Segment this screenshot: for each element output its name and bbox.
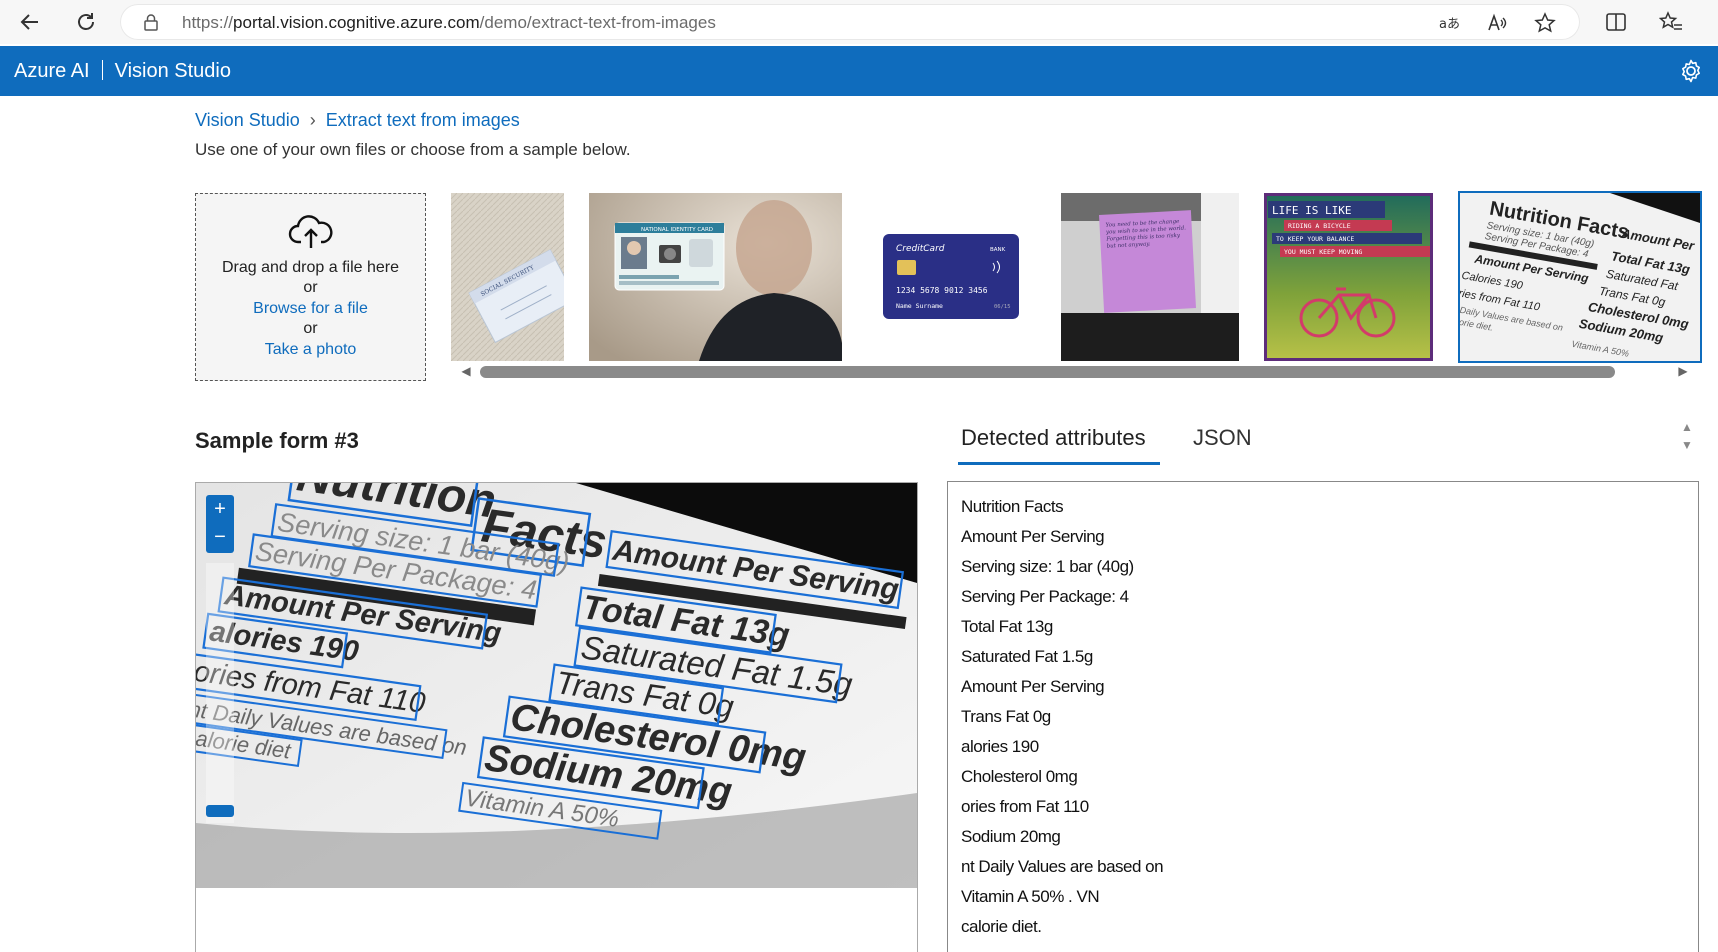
svg-text:TO KEEP YOUR BALANCE: TO KEEP YOUR BALANCE: [1276, 235, 1354, 243]
sample-thumbnail-credit-card[interactable]: CreditCard BANK 1234 5678 9012 3456 Name…: [866, 193, 1021, 361]
svg-text:1234 5678 9012 3456: 1234 5678 9012 3456: [896, 286, 988, 295]
lock-icon[interactable]: [142, 13, 160, 31]
list-item: nt Daily Values are based on: [961, 857, 1164, 876]
list-item: Trans Fat 0g: [961, 707, 1051, 726]
back-icon[interactable]: [14, 6, 46, 38]
carousel-right-arrow-icon[interactable]: ▶: [1676, 364, 1690, 378]
list-item: Serving Per Package: 4: [961, 587, 1129, 606]
sample-form-title: Sample form #3: [195, 428, 359, 453]
breadcrumb: Vision Studio › Extract text from images: [195, 110, 520, 131]
sample-thumbnail-id-card[interactable]: NATIONAL IDENTITY CARD: [589, 193, 842, 361]
list-item: Saturated Fat 1.5g: [961, 647, 1093, 666]
dropzone-label: Drag and drop a file here: [222, 259, 399, 276]
svg-text:LIFE IS LIKE: LIFE IS LIKE: [1272, 204, 1351, 217]
carousel-left-arrow-icon[interactable]: ◀: [459, 364, 473, 378]
favorite-star-icon[interactable]: [1534, 12, 1556, 34]
read-aloud-icon[interactable]: [1486, 12, 1508, 34]
list-item: Cholesterol 0mg: [961, 767, 1078, 786]
sample-thumbnail-nutrition-facts[interactable]: Nutrition Facts Serving size: 1 bar (40g…: [1458, 191, 1702, 363]
list-item: Amount Per Serving: [961, 677, 1105, 696]
detected-attributes-list: Nutrition Facts Amount Per Serving Servi…: [961, 492, 1164, 942]
dropzone-or-2: or: [303, 320, 318, 337]
list-item: Nutrition Facts: [961, 497, 1064, 516]
dropzone-or: or: [303, 279, 318, 296]
list-item: calorie diet.: [961, 917, 1042, 936]
take-photo-link[interactable]: Take a photo: [196, 340, 425, 360]
list-item: Sodium 20mg: [961, 827, 1061, 846]
svg-text:Name Surname: Name Surname: [896, 302, 943, 310]
list-item: Total Fat 13g: [961, 617, 1053, 636]
settings-gear-icon[interactable]: [1678, 58, 1704, 84]
app-header: Azure AI Vision Studio: [0, 46, 1718, 96]
browse-file-link[interactable]: Browse for a file: [196, 299, 425, 319]
ocr-result-image: Nutrition Facts Serving size: 1 bar (40g…: [196, 483, 917, 888]
file-dropzone[interactable]: Drag and drop a file here or Browse for …: [195, 193, 426, 381]
svg-text:BANK: BANK: [990, 247, 1006, 253]
image-preview-panel: Nutrition Facts Serving size: 1 bar (40g…: [195, 482, 918, 952]
svg-text:RIDING A BICYCLE: RIDING A BICYCLE: [1288, 222, 1351, 230]
sample-thumbnail-sticky-note[interactable]: You need to be the change you wish to se…: [1061, 193, 1239, 361]
app-brand[interactable]: Azure AI Vision Studio: [14, 60, 231, 83]
favorites-icon[interactable]: [1655, 6, 1687, 38]
zoom-slider-knob[interactable]: [206, 805, 234, 817]
active-tab-indicator: [958, 462, 1160, 465]
url-text[interactable]: https://portal.vision.cognitive.azure.co…: [182, 13, 716, 33]
refresh-icon[interactable]: [70, 6, 102, 38]
zoom-slider-track[interactable]: [206, 563, 234, 823]
svg-text:aあ: aあ: [1439, 17, 1460, 32]
svg-text:YOU MUST KEEP MOVING: YOU MUST KEEP MOVING: [1284, 248, 1362, 256]
detected-attributes-panel: Nutrition Facts Amount Per Serving Servi…: [947, 481, 1699, 952]
list-item: Amount Per Serving: [961, 527, 1105, 546]
list-item: alories 190: [961, 737, 1039, 756]
sample-thumbnail-bicycle-poster[interactable]: LIFE IS LIKE RIDING A BICYCLE TO KEEP YO…: [1264, 193, 1433, 361]
split-screen-icon[interactable]: [1600, 6, 1632, 38]
zoom-controls: + −: [206, 495, 234, 553]
sample-thumbnail-ssn-card[interactable]: SOCIAL SECURITY: [451, 193, 564, 361]
zoom-in-button[interactable]: +: [206, 495, 234, 523]
cloud-upload-icon: [288, 215, 333, 248]
list-item: ories from Fat 110: [961, 797, 1089, 816]
list-item: Vitamin A 50% . VN: [961, 887, 1100, 906]
svg-text:CreditCard: CreditCard: [896, 244, 945, 254]
tab-json[interactable]: JSON: [1193, 425, 1252, 451]
breadcrumb-current-link[interactable]: Extract text from images: [326, 110, 520, 130]
chevron-right-icon: ›: [309, 110, 316, 130]
browser-toolbar: https://portal.vision.cognitive.azure.co…: [0, 0, 1718, 44]
translate-icon[interactable]: aあ: [1438, 12, 1460, 34]
svg-text:NATIONAL IDENTITY CARD: NATIONAL IDENTITY CARD: [641, 227, 713, 233]
zoom-out-button[interactable]: −: [206, 523, 234, 551]
instructions-text: Use one of your own files or choose from…: [195, 140, 631, 159]
carousel-scrollbar-thumb[interactable]: [480, 366, 1615, 378]
tab-detected-attributes[interactable]: Detected attributes: [961, 425, 1146, 451]
svg-text:06/15: 06/15: [994, 304, 1011, 310]
list-item: Serving size: 1 bar (40g): [961, 557, 1134, 576]
address-bar[interactable]: https://portal.vision.cognitive.azure.co…: [120, 4, 1580, 40]
panel-scroll-arrows[interactable]: ▲ ▼: [1680, 418, 1694, 458]
breadcrumb-root-link[interactable]: Vision Studio: [195, 110, 300, 130]
